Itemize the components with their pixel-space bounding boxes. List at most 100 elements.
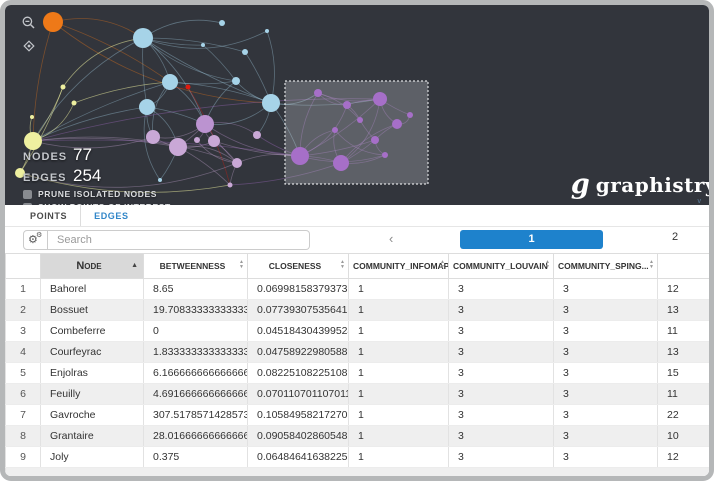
graph-node[interactable] [228,183,233,188]
selection-rectangle[interactable] [285,81,428,184]
graph-node[interactable] [392,119,402,129]
cell: 3 [554,279,658,300]
cell: 3 [554,426,658,447]
cell: Bahorel [41,279,144,300]
nodes-count: 77 [73,145,92,165]
cell: Gavroche [41,405,144,426]
search-input[interactable] [48,230,310,250]
graph-node[interactable] [407,112,413,118]
column-header-node[interactable]: Node▲ [41,254,144,279]
sort-icon: ▲▼ [649,260,654,269]
table-row[interactable]: 1Bahorel8.650.0699815837937384913312 [6,279,710,300]
cell: 3 [554,363,658,384]
table-row[interactable]: 8Grantaire28.0166666666666660.0905840286… [6,426,710,447]
tab-points[interactable]: POINTS [17,205,81,226]
cogs-icon-small: ⚙ [36,231,42,240]
graph-node[interactable] [146,130,160,144]
table-row[interactable]: 5Enjolras6.1666666666666660.082251082251… [6,363,710,384]
sort-icon: ▲▼ [440,260,445,269]
cell: 0.07739307535641547 [248,300,349,321]
graph-node[interactable] [333,155,349,171]
graph-edge [143,31,267,48]
graph-node[interactable] [371,136,379,144]
cell: 0.04518430439952437 [248,321,349,342]
graph-node[interactable] [219,20,225,26]
graph-node[interactable] [72,101,77,106]
cell: 3 [449,279,554,300]
cell: 15 [658,363,710,384]
graph-edge [188,87,230,185]
toggle-prune-isolated-nodes[interactable]: PRUNE ISOLATED NODES [23,188,171,200]
row-number: 3 [6,321,41,342]
column-header-community-louvain[interactable]: COMMUNITY_LOUVAIN▲▼ [449,254,554,279]
table-toolbar: ⚙ ⚙ ‹ 1 2 [5,227,709,253]
table-row[interactable]: 6Feuilly4.6916666666666660.0701107011070… [6,384,710,405]
graph-node[interactable] [291,147,309,165]
column-header-community-infomap[interactable]: COMMUNITY_INFOMAP▲▼ [349,254,449,279]
cell: 3 [449,321,554,342]
graph-node[interactable] [265,29,269,33]
graph-node[interactable] [262,94,280,112]
page-2-button[interactable]: 2 [660,231,690,243]
graph-node[interactable] [253,131,261,139]
cell: 3 [554,321,658,342]
cell: 3 [449,405,554,426]
pagination-prev[interactable]: ‹ [389,231,393,246]
cell: 1 [349,300,449,321]
page-1-button[interactable]: 1 [460,230,603,249]
cell: 11 [658,384,710,405]
graph-node[interactable] [382,152,388,158]
graph-node[interactable] [314,89,322,97]
graph-node[interactable] [194,137,200,143]
graph-stats: NODES 77 EDGES 254 PRUNE ISOLATED NODESS… [23,145,171,205]
graph-node[interactable] [196,115,214,133]
column-header-betweenness[interactable]: BETWEENNESS▲▼ [144,254,248,279]
graph-edge [33,38,143,141]
table-row[interactable]: 7Gavroche307.51785714285730.105849582172… [6,405,710,426]
cell: 3 [554,447,658,468]
graph-node[interactable] [357,117,363,123]
graph-node[interactable] [201,43,205,47]
cell: 0.06998158379373849 [248,279,349,300]
cell: 0.375 [144,447,248,468]
graph-node[interactable] [208,135,220,147]
graph-node[interactable] [30,115,34,119]
sort-icon: ▲▼ [340,260,345,269]
column-header-closeness[interactable]: CLOSENESS▲▼ [248,254,349,279]
column-header-community-sping[interactable]: COMMUNITY_SPING...▲▼ [554,254,658,279]
cell: 28.016666666666666 [144,426,248,447]
graph-node[interactable] [232,77,240,85]
edges-label: EDGES [23,172,73,184]
graph-node[interactable] [139,99,155,115]
graph-node[interactable] [332,127,338,133]
cell: Courfeyrac [41,342,144,363]
graph-edge [74,82,170,103]
graph-node[interactable] [186,85,191,90]
nodes-label: NODES [23,151,73,163]
table-row[interactable]: 3Combeferre00.0451843043995243713311 [6,321,710,342]
center-view-button[interactable] [21,38,37,54]
graph-node[interactable] [61,85,66,90]
column-header-degree[interactable]: DEGREE▲▼ [658,254,710,279]
tab-edges[interactable]: EDGES [81,205,142,226]
graph-node[interactable] [242,49,248,55]
cell: 6.166666666666666 [144,363,248,384]
table-row[interactable]: 9Joly0.3750.0648464163822525513312 [6,447,710,468]
graph-edge [143,38,236,81]
toggle-show-points-of-interest[interactable]: SHOW POINTS OF INTEREST [23,201,171,205]
graph-node[interactable] [169,138,187,156]
cell: 3 [449,363,554,384]
columns-button[interactable]: ⚙ ⚙ [23,230,48,250]
graph-node[interactable] [133,28,153,48]
table-row[interactable]: 2Bossuet19.7083333333333320.077393075356… [6,300,710,321]
graph-edge [53,18,143,38]
graph-node[interactable] [343,101,351,109]
graph-node[interactable] [43,12,63,32]
cell: 12 [658,279,710,300]
table-row[interactable]: 4Courfeyrac1.8333333333333330.0475892298… [6,342,710,363]
graph-node[interactable] [162,74,178,90]
graph-node[interactable] [232,158,242,168]
search-group: ⚙ ⚙ [23,230,310,250]
zoom-button[interactable] [21,15,37,31]
graph-node[interactable] [373,92,387,106]
